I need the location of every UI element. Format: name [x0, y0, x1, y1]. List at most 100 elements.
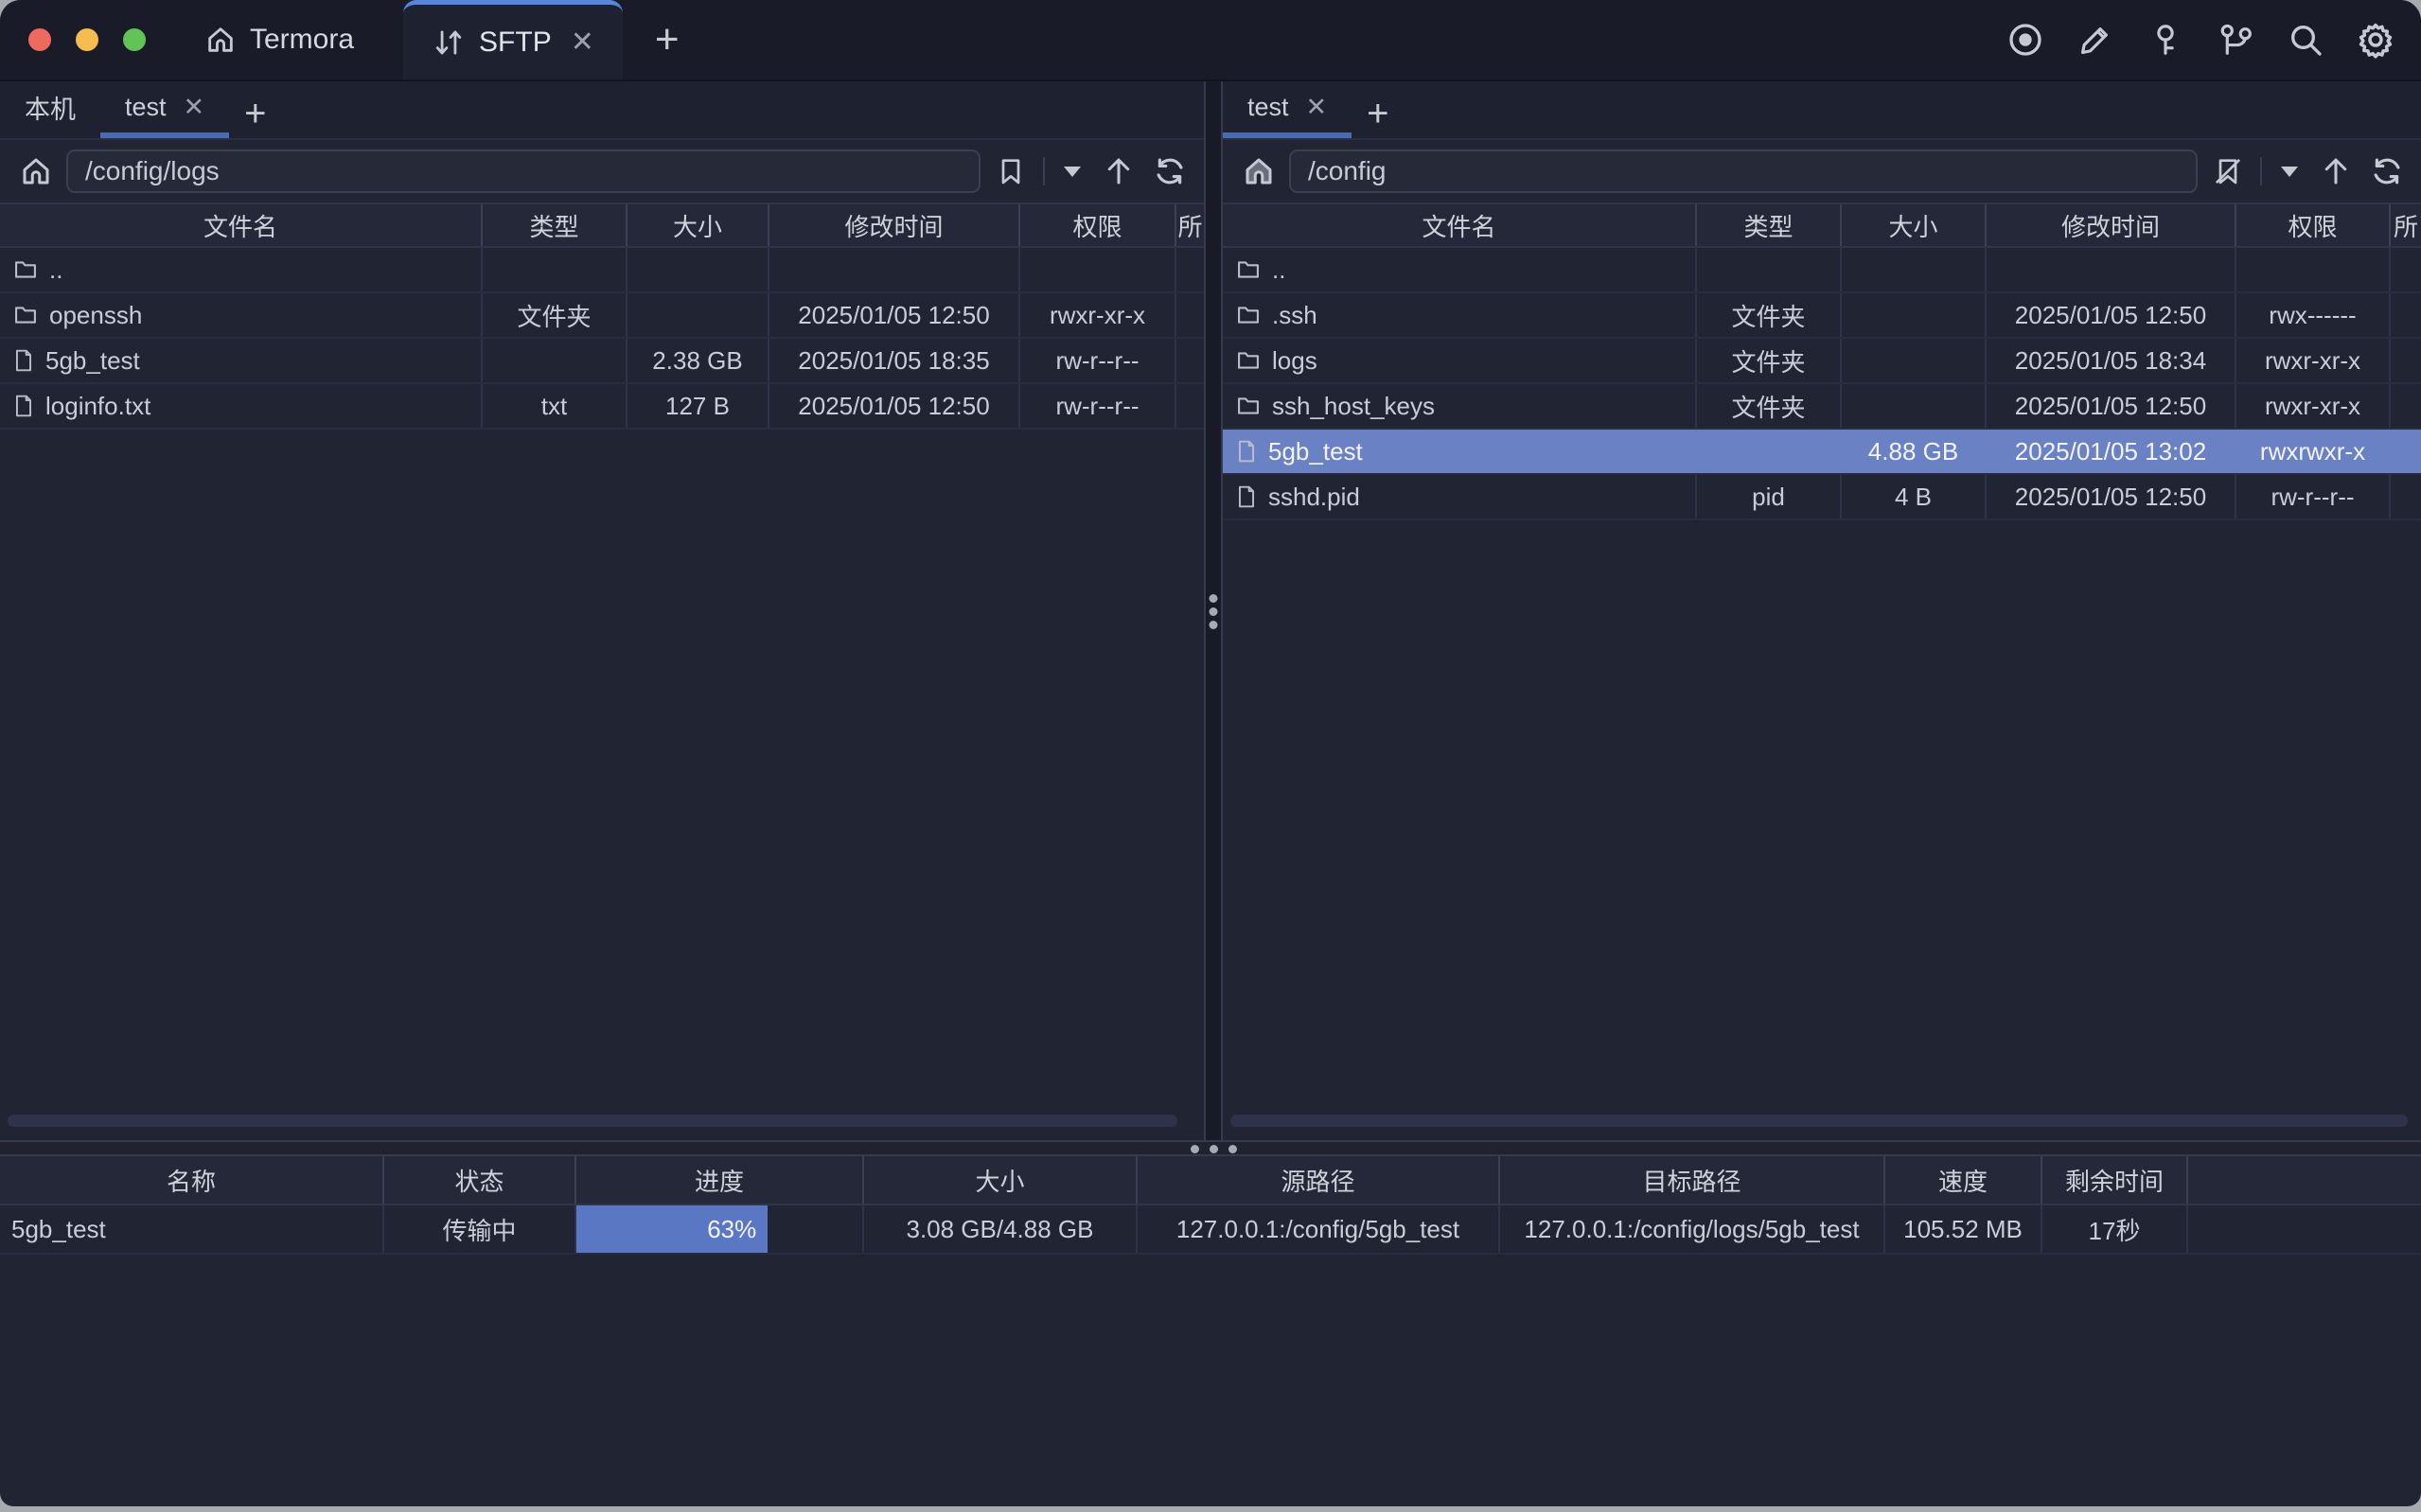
column-header-权限[interactable]: 权限 [2236, 204, 2391, 246]
tab-sftp[interactable]: SFTP ✕ [403, 0, 623, 79]
pane-splitter[interactable] [1204, 81, 1223, 1140]
tab-termora-home[interactable]: Termora [204, 24, 354, 56]
caret-down-icon[interactable] [2273, 150, 2306, 192]
key-icon[interactable] [2141, 15, 2190, 64]
desktop: Termora SFTP ✕ + [0, 0, 2421, 1512]
transfer-column-header-源路径[interactable]: 源路径 [1138, 1156, 1500, 1204]
transfer-speed-cell: 105.52 MB [1885, 1205, 2042, 1253]
folder-icon [11, 302, 40, 328]
zoom-window-button[interactable] [123, 28, 146, 51]
left-file-table: 文件名类型大小修改时间权限所 ..openssh文件夹2025/01/05 12… [0, 202, 1204, 430]
file-row[interactable]: ssh_host_keys文件夹2025/01/05 12:50rwxr-xr-… [1223, 384, 2421, 430]
folder-icon [11, 256, 40, 283]
transfer-column-header-大小[interactable]: 大小 [864, 1156, 1138, 1204]
right-path-input[interactable]: /config [1289, 149, 2198, 193]
close-pane-tab-icon[interactable]: ✕ [184, 95, 205, 120]
transfer-row[interactable]: 5gb_test传输中63%3.08 GB/4.88 GB127.0.0.1:/… [0, 1205, 2421, 1255]
file-name-cell: 5gb_test [0, 339, 483, 382]
column-header-权限[interactable]: 权限 [1020, 204, 1176, 246]
pencil-icon[interactable] [2071, 15, 2120, 64]
right-pane-tabstrip: test✕+ [1223, 81, 2421, 140]
left-horizontal-scrollbar[interactable] [8, 1115, 1177, 1127]
pane-tab-本机[interactable]: 本机 [0, 81, 100, 138]
close-pane-tab-icon[interactable]: ✕ [1306, 95, 1328, 120]
termora-window: Termora SFTP ✕ + [0, 0, 2421, 1506]
transfer-column-header-剩余时间[interactable]: 剩余时间 [2042, 1156, 2188, 1204]
file-row[interactable]: .ssh文件夹2025/01/05 12:50rwx------ [1223, 293, 2421, 339]
transfer-column-header-目标路径[interactable]: 目标路径 [1500, 1156, 1885, 1204]
pane-tab-test[interactable]: test✕ [1223, 81, 1352, 138]
file-perm-cell: rwxrwxr-x [2236, 430, 2391, 473]
file-icon [11, 392, 36, 420]
file-name-label: 5gb_test [1268, 437, 1363, 466]
search-icon[interactable] [2281, 15, 2330, 64]
minimize-window-button[interactable] [76, 28, 98, 51]
file-perm-cell: rw-r--r-- [1020, 339, 1176, 382]
file-row[interactable]: openssh文件夹2025/01/05 12:50rwxr-xr-x [0, 293, 1204, 339]
transfer-column-header-速度[interactable]: 速度 [1885, 1156, 2042, 1204]
file-row[interactable]: sshd.pidpid4 B2025/01/05 12:50rw-r--r-- [1223, 475, 2421, 520]
file-type-cell [1697, 430, 1842, 473]
file-row[interactable]: 5gb_test4.88 GB2025/01/05 13:02rwxrwxr-x [1223, 430, 2421, 475]
new-pane-tab-button[interactable]: + [229, 95, 275, 138]
column-header-修改时间[interactable]: 修改时间 [1987, 204, 2236, 246]
column-header-文件名[interactable]: 文件名 [0, 204, 483, 246]
refresh-icon[interactable] [2366, 150, 2408, 192]
file-name-cell: logs [1223, 339, 1697, 382]
bookmark-icon[interactable] [990, 150, 1032, 192]
transfer-panel-splitter[interactable] [0, 1140, 2421, 1156]
file-size-cell: 2.38 GB [627, 339, 769, 382]
close-window-button[interactable] [28, 28, 51, 51]
up-arrow-icon[interactable] [1098, 150, 1140, 192]
file-row[interactable]: logs文件夹2025/01/05 18:34rwxr-xr-x [1223, 339, 2421, 384]
bookmark-slash-icon[interactable] [2207, 150, 2249, 192]
new-main-tab-button[interactable]: + [655, 19, 680, 61]
file-modified-cell: 2025/01/05 12:50 [769, 384, 1020, 428]
file-name-label: logs [1272, 346, 1317, 376]
transfer-column-header-名称[interactable]: 名称 [0, 1156, 384, 1204]
file-name-label: openssh [49, 301, 142, 330]
file-name-label: ssh_host_keys [1272, 392, 1435, 421]
record-icon[interactable] [2001, 15, 2050, 64]
file-row[interactable]: .. [0, 248, 1204, 293]
file-owner-cell [2391, 248, 2421, 291]
up-arrow-icon[interactable] [2315, 150, 2357, 192]
caret-down-icon[interactable] [1056, 150, 1088, 192]
remote-pane: test✕+ /config [1223, 81, 2421, 1140]
column-header-类型[interactable]: 类型 [483, 204, 627, 246]
column-header-修改时间[interactable]: 修改时间 [769, 204, 1020, 246]
transfer-column-header-进度[interactable]: 进度 [576, 1156, 864, 1204]
file-row[interactable]: .. [1223, 248, 2421, 293]
file-modified-cell: 2025/01/05 18:34 [1987, 339, 2236, 382]
column-header-类型[interactable]: 类型 [1697, 204, 1842, 246]
left-pathbar: /config/logs [0, 140, 1204, 202]
column-header-所[interactable]: 所 [1176, 204, 1204, 246]
column-header-大小[interactable]: 大小 [1842, 204, 1987, 246]
file-row[interactable]: 5gb_test2.38 GB2025/01/05 18:35rw-r--r-- [0, 339, 1204, 384]
close-sftp-tab-icon[interactable]: ✕ [571, 28, 594, 57]
column-header-大小[interactable]: 大小 [627, 204, 769, 246]
file-size-cell [627, 293, 769, 337]
file-row[interactable]: loginfo.txttxt127 B2025/01/05 12:50rw-r-… [0, 384, 1204, 430]
file-name-cell: .. [1223, 248, 1697, 291]
transfer-splitter-handle-icon [1191, 1145, 1237, 1153]
pane-tab-test[interactable]: test ✕ [100, 81, 229, 138]
right-file-table: 文件名类型大小修改时间权限所 ...ssh文件夹2025/01/05 12:50… [1223, 202, 2421, 520]
pane-tab-label: test [125, 93, 167, 122]
column-header-所[interactable]: 所 [2391, 204, 2421, 246]
column-header-文件名[interactable]: 文件名 [1223, 204, 1697, 246]
home-filled-icon[interactable] [1238, 150, 1280, 192]
right-horizontal-scrollbar[interactable] [1230, 1115, 2408, 1127]
new-pane-tab-button[interactable]: + [1352, 95, 1398, 138]
refresh-icon[interactable] [1149, 150, 1191, 192]
home-outline-icon[interactable] [15, 150, 57, 192]
titlebar: Termora SFTP ✕ + [0, 0, 2421, 81]
file-type-cell: 文件夹 [1697, 293, 1842, 337]
settings-icon[interactable] [2351, 15, 2400, 64]
branch-icon[interactable] [2211, 15, 2260, 64]
file-browser-area: 本机test✕+ /config/logs [0, 81, 2421, 1140]
transfer-target-cell: 127.0.0.1:/config/logs/5gb_test [1500, 1205, 1885, 1253]
left-path-input[interactable]: /config/logs [66, 149, 981, 193]
transfer-column-header-状态[interactable]: 状态 [384, 1156, 576, 1204]
file-size-cell [1842, 248, 1987, 291]
